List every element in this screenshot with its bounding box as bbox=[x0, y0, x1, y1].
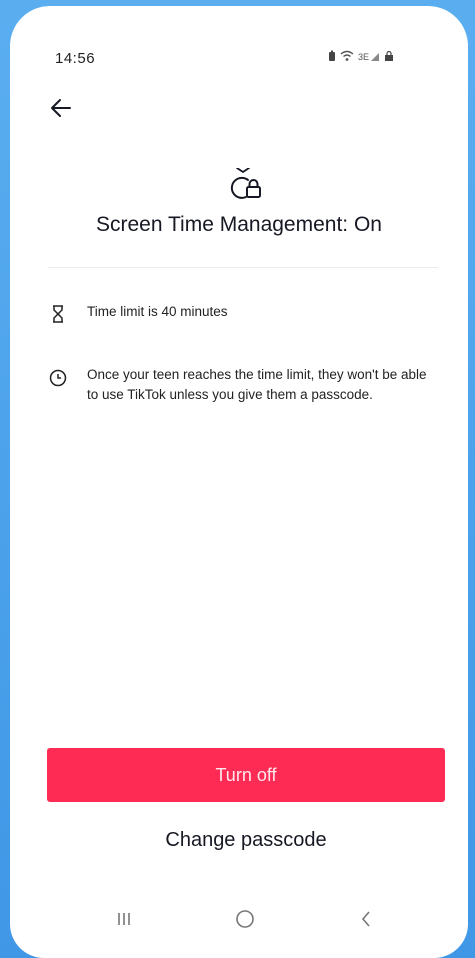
time-limit-row: Time limit is 40 minutes bbox=[48, 302, 438, 324]
recents-icon bbox=[118, 913, 130, 925]
battery-icon bbox=[328, 50, 336, 65]
home-circle-icon bbox=[236, 910, 254, 928]
clock-icon bbox=[48, 367, 68, 387]
page-title: Screen Time Management: On bbox=[96, 213, 382, 236]
time-limit-text: Time limit is 40 minutes bbox=[87, 304, 228, 319]
arrow-left-icon bbox=[51, 99, 71, 117]
status-time: 14:56 bbox=[55, 50, 96, 67]
timer-lock-icon bbox=[230, 167, 266, 202]
status-icons: 3E bbox=[328, 50, 394, 65]
description-row: Once your teen reaches the time limit, t… bbox=[48, 365, 438, 405]
lock-icon bbox=[384, 50, 394, 65]
back-button[interactable] bbox=[48, 94, 76, 122]
description-text: Once your teen reaches the time limit, t… bbox=[87, 367, 427, 402]
signal-icon: 3E bbox=[358, 50, 380, 65]
recents-button[interactable] bbox=[108, 904, 140, 934]
system-back-button[interactable] bbox=[350, 904, 382, 934]
divider bbox=[48, 267, 438, 268]
svg-text:3E: 3E bbox=[358, 52, 369, 62]
back-chevron-icon bbox=[361, 911, 370, 927]
change-passcode-button[interactable]: Change passcode bbox=[47, 820, 445, 860]
status-bar: 14:56 3E bbox=[10, 6, 468, 101]
hourglass-icon bbox=[48, 304, 68, 324]
phone-screen: 14:56 3E Screen Time Management: On Time… bbox=[10, 6, 468, 958]
system-nav-bar bbox=[10, 896, 468, 944]
wifi-icon bbox=[340, 50, 354, 65]
turn-off-button[interactable]: Turn off bbox=[47, 748, 445, 802]
home-button[interactable] bbox=[229, 904, 261, 934]
